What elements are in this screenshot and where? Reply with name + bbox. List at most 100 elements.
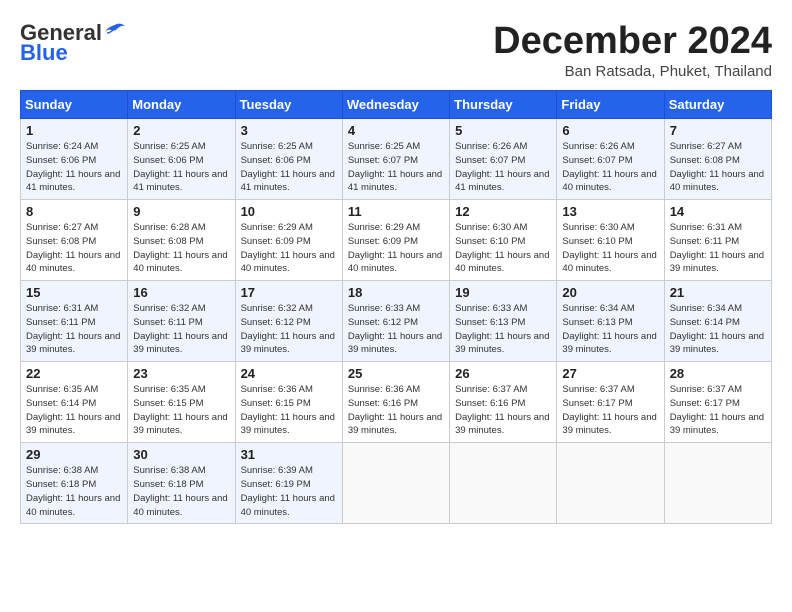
day-number: 30 (133, 447, 229, 462)
day-info: Sunrise: 6:39 AMSunset: 6:19 PMDaylight:… (241, 464, 337, 519)
page-header: General Blue December 2024 Ban Ratsada, … (20, 20, 772, 80)
day-info: Sunrise: 6:32 AMSunset: 6:12 PMDaylight:… (241, 302, 337, 357)
day-number: 5 (455, 123, 551, 138)
weekday-header-friday: Friday (557, 91, 664, 119)
day-info: Sunrise: 6:30 AMSunset: 6:10 PMDaylight:… (562, 221, 658, 276)
day-cell-13: 13 Sunrise: 6:30 AMSunset: 6:10 PMDayligh… (557, 200, 664, 281)
day-info: Sunrise: 6:33 AMSunset: 6:12 PMDaylight:… (348, 302, 444, 357)
month-title: December 2024 (493, 20, 772, 63)
day-number: 3 (241, 123, 337, 138)
day-number: 18 (348, 285, 444, 300)
logo-blue-text: Blue (20, 40, 68, 66)
day-number: 27 (562, 366, 658, 381)
day-cell-2: 2 Sunrise: 6:25 AMSunset: 6:06 PMDaylight… (128, 119, 235, 200)
day-number: 26 (455, 366, 551, 381)
day-number: 11 (348, 204, 444, 219)
week-row-5: 29 Sunrise: 6:38 AMSunset: 6:18 PMDayligh… (21, 443, 772, 524)
weekday-header-sunday: Sunday (21, 91, 128, 119)
day-cell-4: 4Sunrise: 6:25 AMSunset: 6:07 PMDaylight… (342, 119, 449, 200)
day-number: 29 (26, 447, 122, 462)
day-cell-24: 24 Sunrise: 6:36 AMSunset: 6:15 PMDayligh… (235, 362, 342, 443)
empty-cell (557, 443, 664, 524)
day-number: 17 (241, 285, 337, 300)
logo: General Blue (20, 20, 125, 66)
day-cell-15: 15 Sunrise: 6:31 AMSunset: 6:11 PMDayligh… (21, 281, 128, 362)
day-number: 28 (670, 366, 766, 381)
day-info: Sunrise: 6:29 AMSunset: 6:09 PMDaylight:… (348, 221, 444, 276)
day-info: Sunrise: 6:25 AMSunset: 6:07 PMDaylight:… (348, 140, 444, 195)
day-number: 20 (562, 285, 658, 300)
empty-cell (664, 443, 771, 524)
day-info: Sunrise: 6:25 AMSunset: 6:06 PMDaylight:… (133, 140, 229, 195)
location: Ban Ratsada, Phuket, Thailand (493, 63, 772, 80)
day-number: 16 (133, 285, 229, 300)
day-info: Sunrise: 6:35 AMSunset: 6:14 PMDaylight:… (26, 383, 122, 438)
day-cell-17: 17 Sunrise: 6:32 AMSunset: 6:12 PMDayligh… (235, 281, 342, 362)
day-cell-27: 27Sunrise: 6:37 AMSunset: 6:17 PMDayligh… (557, 362, 664, 443)
day-info: Sunrise: 6:31 AMSunset: 6:11 PMDaylight:… (670, 221, 766, 276)
day-cell-22: 22 Sunrise: 6:35 AMSunset: 6:14 PMDayligh… (21, 362, 128, 443)
day-info: Sunrise: 6:37 AMSunset: 6:17 PMDaylight:… (670, 383, 766, 438)
day-number: 6 (562, 123, 658, 138)
day-info: Sunrise: 6:36 AMSunset: 6:15 PMDaylight:… (241, 383, 337, 438)
empty-cell (450, 443, 557, 524)
day-cell-11: 11 Sunrise: 6:29 AMSunset: 6:09 PMDayligh… (342, 200, 449, 281)
day-info: Sunrise: 6:31 AMSunset: 6:11 PMDaylight:… (26, 302, 122, 357)
day-cell-6: 6Sunrise: 6:26 AMSunset: 6:07 PMDaylight… (557, 119, 664, 200)
empty-cell (342, 443, 449, 524)
day-cell-19: 19 Sunrise: 6:33 AMSunset: 6:13 PMDayligh… (450, 281, 557, 362)
weekday-header-tuesday: Tuesday (235, 91, 342, 119)
weekday-header-wednesday: Wednesday (342, 91, 449, 119)
day-number: 2 (133, 123, 229, 138)
day-cell-21: 21 Sunrise: 6:34 AMSunset: 6:14 PMDayligh… (664, 281, 771, 362)
day-number: 15 (26, 285, 122, 300)
day-info: Sunrise: 6:27 AMSunset: 6:08 PMDaylight:… (670, 140, 766, 195)
day-cell-14: 14 Sunrise: 6:31 AMSunset: 6:11 PMDayligh… (664, 200, 771, 281)
title-block: December 2024 Ban Ratsada, Phuket, Thail… (493, 20, 772, 80)
day-number: 23 (133, 366, 229, 381)
logo-bird-icon (105, 23, 125, 39)
day-cell-10: 10 Sunrise: 6:29 AMSunset: 6:09 PMDayligh… (235, 200, 342, 281)
day-cell-23: 23 Sunrise: 6:35 AMSunset: 6:15 PMDayligh… (128, 362, 235, 443)
day-number: 10 (241, 204, 337, 219)
week-row-3: 15 Sunrise: 6:31 AMSunset: 6:11 PMDayligh… (21, 281, 772, 362)
day-info: Sunrise: 6:24 AMSunset: 6:06 PMDaylight:… (26, 140, 122, 195)
day-cell-1: 1Sunrise: 6:24 AMSunset: 6:06 PMDaylight… (21, 119, 128, 200)
calendar-table: SundayMondayTuesdayWednesdayThursdayFrid… (20, 90, 772, 524)
day-info: Sunrise: 6:35 AMSunset: 6:15 PMDaylight:… (133, 383, 229, 438)
day-cell-25: 25Sunrise: 6:36 AMSunset: 6:16 PMDayligh… (342, 362, 449, 443)
day-number: 25 (348, 366, 444, 381)
day-number: 22 (26, 366, 122, 381)
day-info: Sunrise: 6:33 AMSunset: 6:13 PMDaylight:… (455, 302, 551, 357)
day-info: Sunrise: 6:38 AMSunset: 6:18 PMDaylight:… (26, 464, 122, 519)
day-number: 24 (241, 366, 337, 381)
day-number: 19 (455, 285, 551, 300)
day-info: Sunrise: 6:27 AMSunset: 6:08 PMDaylight:… (26, 221, 122, 276)
day-cell-31: 31Sunrise: 6:39 AMSunset: 6:19 PMDayligh… (235, 443, 342, 524)
day-cell-12: 12Sunrise: 6:30 AMSunset: 6:10 PMDayligh… (450, 200, 557, 281)
day-number: 14 (670, 204, 766, 219)
day-number: 13 (562, 204, 658, 219)
day-cell-26: 26Sunrise: 6:37 AMSunset: 6:16 PMDayligh… (450, 362, 557, 443)
day-cell-3: 3 Sunrise: 6:25 AMSunset: 6:06 PMDaylight… (235, 119, 342, 200)
day-cell-9: 9 Sunrise: 6:28 AMSunset: 6:08 PMDaylight… (128, 200, 235, 281)
day-cell-29: 29 Sunrise: 6:38 AMSunset: 6:18 PMDayligh… (21, 443, 128, 524)
day-info: Sunrise: 6:25 AMSunset: 6:06 PMDaylight:… (241, 140, 337, 195)
week-row-1: 1Sunrise: 6:24 AMSunset: 6:06 PMDaylight… (21, 119, 772, 200)
week-row-2: 8 Sunrise: 6:27 AMSunset: 6:08 PMDaylight… (21, 200, 772, 281)
day-info: Sunrise: 6:34 AMSunset: 6:13 PMDaylight:… (562, 302, 658, 357)
weekday-header-row: SundayMondayTuesdayWednesdayThursdayFrid… (21, 91, 772, 119)
day-info: Sunrise: 6:38 AMSunset: 6:18 PMDaylight:… (133, 464, 229, 519)
day-cell-16: 16 Sunrise: 6:32 AMSunset: 6:11 PMDayligh… (128, 281, 235, 362)
day-info: Sunrise: 6:32 AMSunset: 6:11 PMDaylight:… (133, 302, 229, 357)
weekday-header-monday: Monday (128, 91, 235, 119)
day-info: Sunrise: 6:29 AMSunset: 6:09 PMDaylight:… (241, 221, 337, 276)
day-cell-5: 5Sunrise: 6:26 AMSunset: 6:07 PMDaylight… (450, 119, 557, 200)
day-number: 8 (26, 204, 122, 219)
day-number: 9 (133, 204, 229, 219)
day-number: 21 (670, 285, 766, 300)
day-info: Sunrise: 6:34 AMSunset: 6:14 PMDaylight:… (670, 302, 766, 357)
day-info: Sunrise: 6:28 AMSunset: 6:08 PMDaylight:… (133, 221, 229, 276)
day-cell-7: 7Sunrise: 6:27 AMSunset: 6:08 PMDaylight… (664, 119, 771, 200)
week-row-4: 22 Sunrise: 6:35 AMSunset: 6:14 PMDayligh… (21, 362, 772, 443)
